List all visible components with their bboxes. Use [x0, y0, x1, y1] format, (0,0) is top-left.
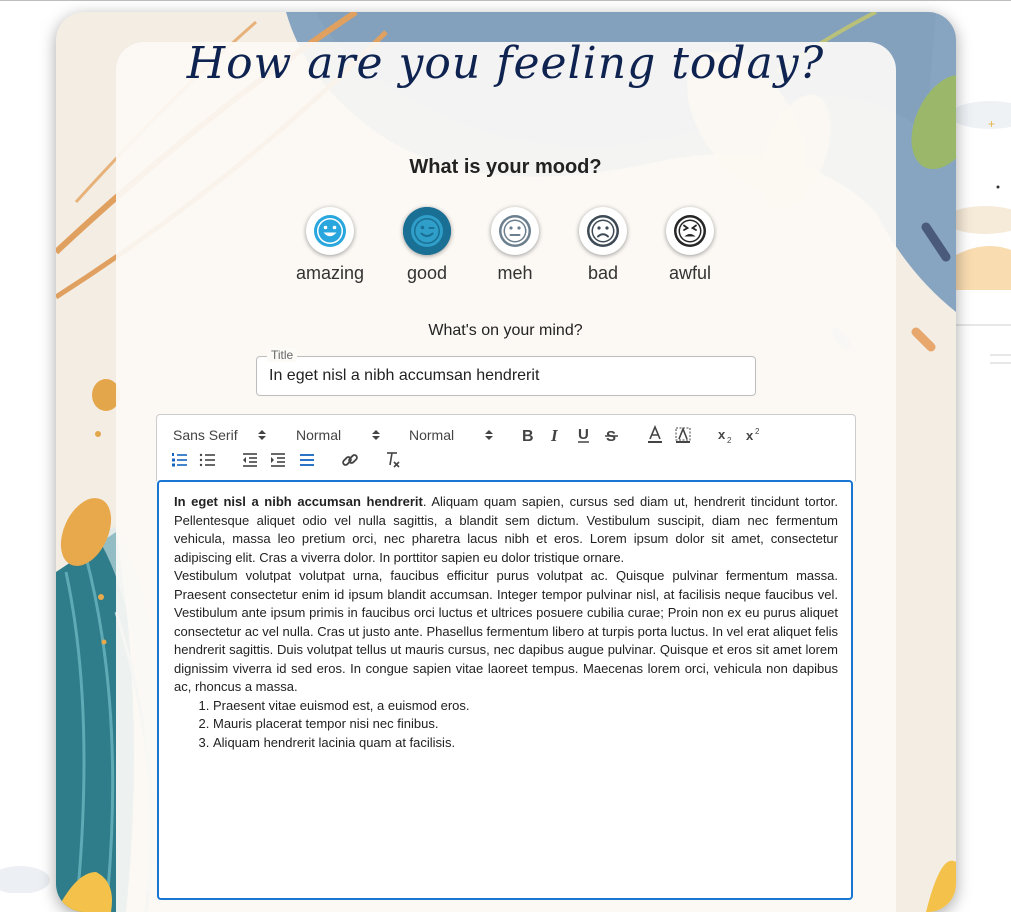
superscript-button[interactable]: x2 — [744, 425, 764, 445]
mood-label: bad — [587, 263, 619, 283]
svg-text:+: + — [988, 117, 995, 131]
subscript-icon: x2 — [718, 427, 732, 445]
mood-question: What is your mood? — [409, 156, 602, 178]
frowning-face-icon — [579, 207, 627, 255]
italic-icon: I — [550, 426, 559, 445]
size-select-arrows-icon — [372, 430, 380, 440]
editor-ordered-list: Praesent vitae euismod est, a euismod er… — [174, 697, 838, 753]
outdent-button[interactable] — [240, 450, 260, 470]
editor-paragraph: In eget nisl a nibh accumsan hendrerit. … — [174, 493, 838, 567]
justify-icon — [300, 454, 314, 466]
editor-content[interactable]: In eget nisl a nibh accumsan hendrerit. … — [174, 493, 838, 752]
editor-paragraph: Vestibulum volutpat volutpat urna, fauci… — [174, 568, 838, 694]
mood-label: awful — [668, 263, 712, 283]
svg-text:U: U — [578, 426, 589, 443]
neutral-face-icon — [491, 207, 539, 255]
svg-text:2: 2 — [755, 427, 760, 436]
header-select-value: Normal — [409, 427, 455, 443]
background-color-icon — [675, 426, 691, 443]
ordered-list-button[interactable] — [170, 450, 190, 470]
svg-text:x: x — [746, 428, 754, 443]
font-select-arrows-icon — [258, 430, 266, 440]
mood-option-bad[interactable]: bad — [555, 207, 651, 284]
indent-button[interactable] — [268, 450, 288, 470]
indent-icon — [271, 453, 285, 467]
header-select-arrows-icon — [485, 430, 493, 440]
mood-option-good[interactable]: good — [379, 207, 475, 284]
svg-text:I: I — [550, 426, 559, 445]
font-select-value: Sans Serif — [173, 427, 238, 443]
ordered-list-icon — [172, 453, 187, 467]
mind-prompt: What's on your mind? — [428, 322, 583, 339]
title-field: Title — [256, 348, 756, 396]
underline-icon: U — [578, 426, 589, 443]
text-color-icon — [648, 424, 662, 443]
svg-text:2: 2 — [727, 436, 732, 445]
size-select-value: Normal — [296, 427, 342, 443]
bold-icon: B — [522, 428, 534, 445]
clear-format-button[interactable] — [383, 450, 403, 470]
mood-option-meh[interactable]: meh — [467, 207, 563, 284]
mood-option-awful[interactable]: awful — [642, 207, 738, 284]
mood-selector: amazing good meh bad awful — [0, 207, 1011, 287]
rich-text-editor[interactable]: In eget nisl a nibh accumsan hendrerit. … — [157, 480, 853, 900]
background-color-button[interactable] — [673, 425, 693, 445]
mood-label: good — [406, 263, 448, 283]
winking-face-icon — [403, 207, 451, 255]
strikethrough-icon: S — [605, 428, 618, 445]
svg-text:x: x — [718, 427, 726, 442]
text-color-button[interactable] — [645, 424, 665, 445]
page-title: How are you feeling today? — [186, 38, 825, 89]
editor-toolbar: Sans Serif Normal Normal B I U S x2 x2 — [156, 414, 856, 481]
underline-button[interactable]: U — [574, 425, 594, 445]
subscript-button[interactable]: x2 — [716, 425, 736, 445]
superscript-icon: x2 — [746, 427, 760, 443]
title-input[interactable] — [269, 357, 739, 395]
bold-button[interactable]: B — [518, 425, 538, 445]
italic-button[interactable]: I — [546, 425, 566, 445]
link-icon — [342, 454, 358, 466]
link-button[interactable] — [340, 450, 360, 470]
header-select[interactable]: Normal — [409, 427, 509, 443]
size-select[interactable]: Normal — [296, 427, 396, 443]
bullet-list-button[interactable] — [198, 450, 218, 470]
list-item: Aliquam hendrerit lacinia quam at facili… — [213, 734, 838, 753]
clear-format-icon — [387, 452, 400, 468]
mood-label: amazing — [295, 263, 365, 283]
mood-label: meh — [497, 263, 533, 283]
svg-text:B: B — [522, 428, 534, 445]
outdent-icon — [243, 453, 257, 467]
bullet-list-icon — [199, 453, 215, 467]
justify-button[interactable] — [297, 450, 317, 470]
list-item: Praesent vitae euismod est, a euismod er… — [213, 697, 838, 716]
editor-bold-text: In eget nisl a nibh accumsan hendrerit — [174, 494, 423, 509]
grinning-face-icon — [306, 207, 354, 255]
mood-option-amazing[interactable]: amazing — [282, 207, 378, 284]
strike-button[interactable]: S — [602, 425, 622, 445]
list-item: Mauris placerat tempor nisi nec finibus. — [213, 715, 838, 734]
tired-face-icon — [666, 207, 714, 255]
